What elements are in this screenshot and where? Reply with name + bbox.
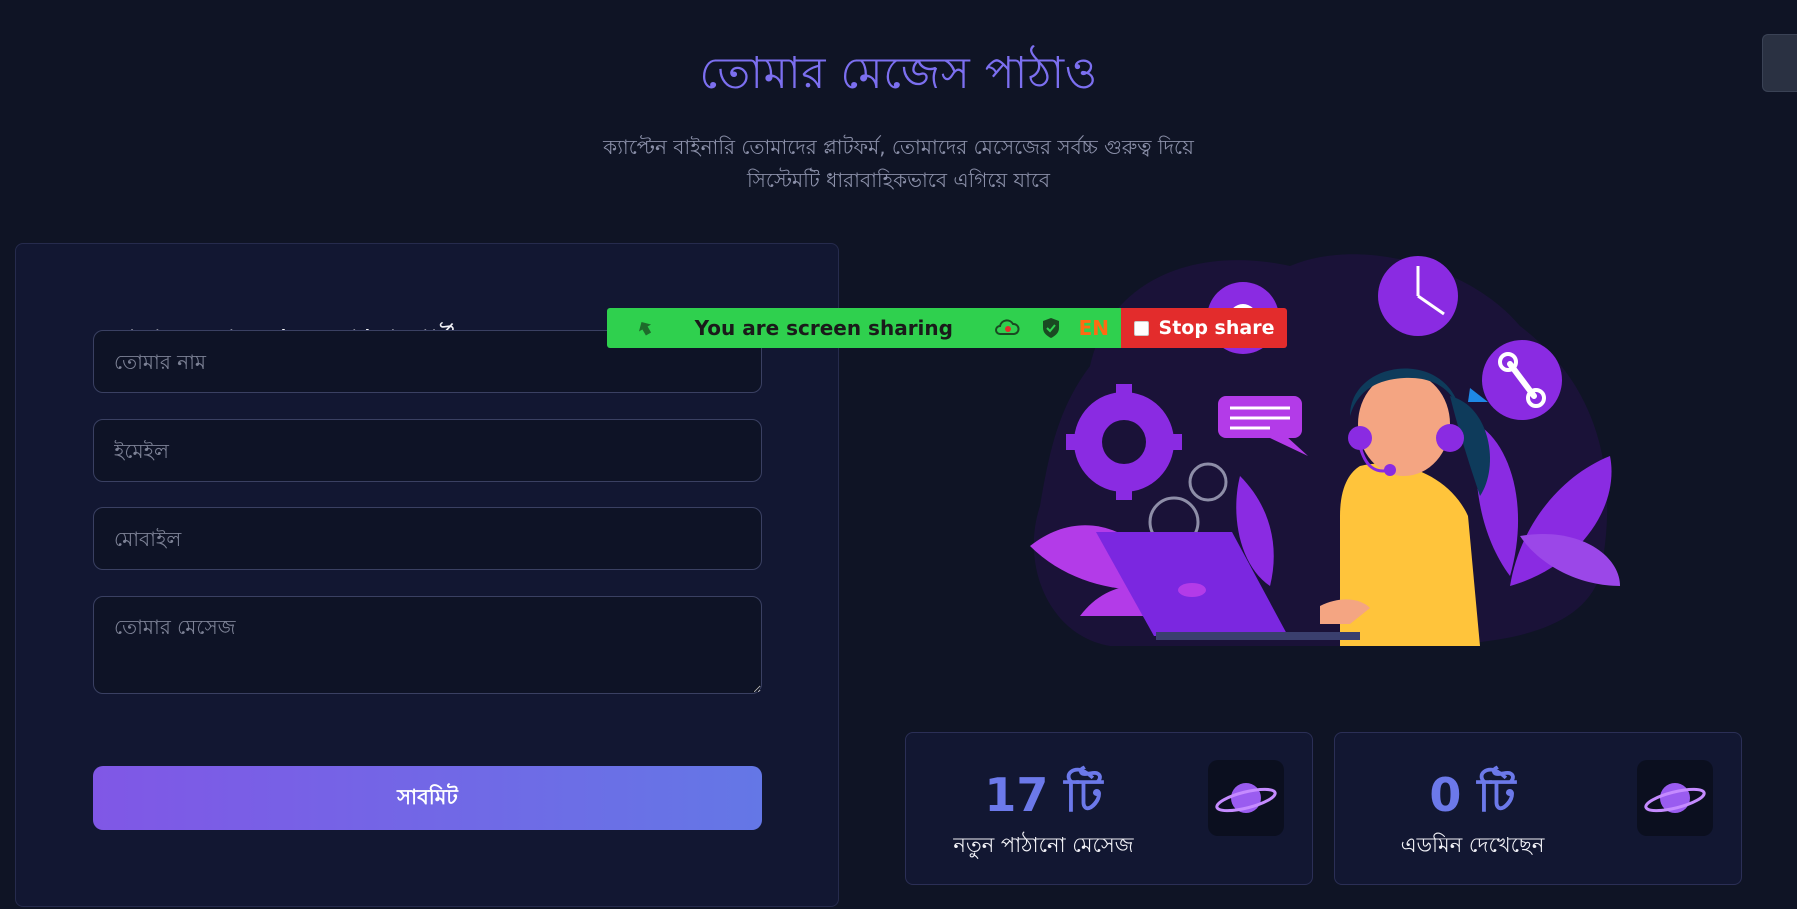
shield-icon[interactable]	[1041, 317, 1061, 339]
page-subtitle: ক্যাপ্টেন বাইনারি তোমাদের প্লাটফর্ম, তোম…	[0, 131, 1797, 197]
stat-value: 0 টি	[1429, 768, 1516, 822]
mobile-input[interactable]	[93, 507, 762, 570]
screen-share-text: You are screen sharing	[694, 316, 953, 340]
share-arrow-icon[interactable]	[635, 318, 655, 338]
language-toggle[interactable]: EN	[1079, 316, 1109, 340]
subtitle-line-1: ক্যাপ্টেন বাইনারি তোমাদের প্লাটফর্ম, তোম…	[603, 135, 1194, 159]
stop-share-button[interactable]: Stop share	[1121, 308, 1287, 348]
screen-share-status: You are screen sharing EN	[607, 308, 1121, 348]
submit-button[interactable]: সাবমিট	[93, 766, 762, 830]
stop-checkbox-icon	[1133, 320, 1149, 336]
page-title: তোমার মেজেস পাঠাও	[699, 48, 1098, 99]
page-header: তোমার মেজেস পাঠাও ক্যাপ্টেন বাইনারি তোমা…	[0, 40, 1797, 197]
stat-card-new-messages: 17 টি নতুন পাঠানো মেসেজ	[905, 732, 1313, 885]
stat-label: নতুন পাঠানো মেসেজ	[953, 833, 1134, 857]
email-input[interactable]	[93, 419, 762, 482]
stop-share-label: Stop share	[1158, 317, 1275, 339]
stat-label: এডমিন দেখেছেন	[1400, 833, 1545, 857]
message-textarea[interactable]	[93, 596, 762, 694]
support-illustration	[1020, 246, 1640, 647]
stat-value: 17 টি	[984, 768, 1103, 822]
stat-card-admin-viewed: 0 টি এডমিন দেখেছেন	[1334, 732, 1742, 885]
cloud-icon[interactable]	[993, 318, 1021, 338]
planet-icon	[1637, 760, 1713, 836]
subtitle-line-2: সিস্টেমটি ধারাবাহিকভাবে এগিয়ে যাবে	[746, 168, 1051, 192]
planet-icon	[1208, 760, 1284, 836]
screen-share-bar: You are screen sharing EN Stop share	[607, 308, 1287, 348]
side-panel-tab[interactable]	[1762, 34, 1797, 92]
